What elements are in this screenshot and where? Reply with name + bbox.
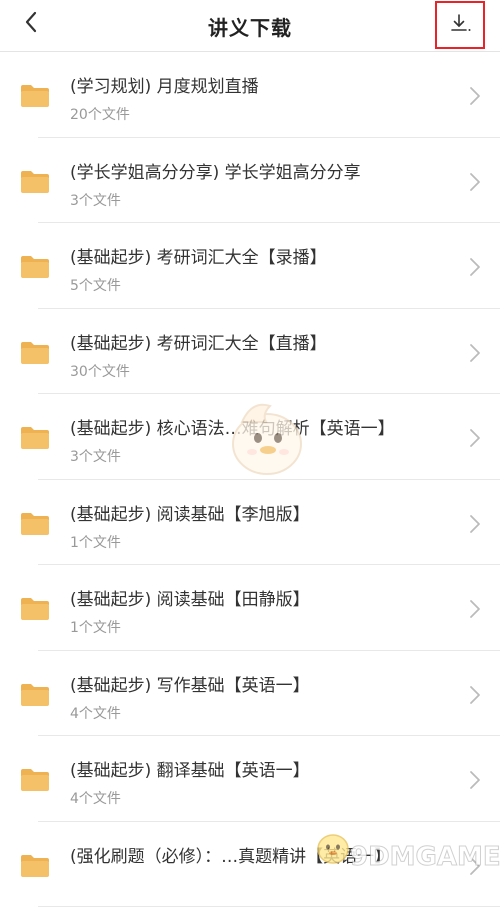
file-count: 1个文件 xyxy=(70,532,121,552)
folder-icon xyxy=(20,426,50,450)
folder-icon xyxy=(20,597,50,621)
page-title: 讲义下载 xyxy=(0,12,500,41)
folder-title: (基础起步) 阅读基础【李旭版】 xyxy=(70,500,310,525)
folder-icon xyxy=(20,170,50,194)
folder-icon xyxy=(20,683,50,707)
chevron-right-icon xyxy=(469,514,481,534)
chevron-right-icon xyxy=(469,343,481,363)
folder-title: (基础起步) 写作基础【英语一】 xyxy=(70,671,310,696)
watermark-text: 9DMGAME xyxy=(350,842,500,872)
watermark-logo-icon xyxy=(313,826,353,866)
file-count: 20个文件 xyxy=(70,104,130,124)
chevron-right-icon xyxy=(469,257,481,277)
folder-title: (基础起步) 阅读基础【田静版】 xyxy=(70,585,310,610)
folder-icon xyxy=(20,854,50,878)
file-count: 1个文件 xyxy=(70,617,121,637)
folder-icon xyxy=(20,512,50,536)
folder-icon xyxy=(20,341,50,365)
folder-title: (基础起步) 考研词汇大全【录播】 xyxy=(70,243,327,268)
download-icon xyxy=(450,13,472,35)
folder-title: (学长学姐高分分享) 学长学姐高分分享 xyxy=(70,158,361,183)
folder-list-item[interactable]: (学长学姐高分分享) 学长学姐高分分享 3个文件 xyxy=(0,138,500,224)
folder-title: (学习规划) 月度规划直播 xyxy=(70,72,259,97)
chevron-right-icon xyxy=(469,599,481,619)
chevron-right-icon xyxy=(469,685,481,705)
folder-icon xyxy=(20,768,50,792)
folder-list-item[interactable]: (基础起步) 翻译基础【英语一】 4个文件 xyxy=(0,736,500,822)
mascot-watermark xyxy=(222,392,312,482)
file-count: 4个文件 xyxy=(70,703,121,723)
folder-list-item[interactable]: (基础起步) 阅读基础【李旭版】 1个文件 xyxy=(0,480,500,566)
chevron-right-icon xyxy=(469,86,481,106)
file-count: 4个文件 xyxy=(70,788,121,808)
folder-list-item[interactable]: (学习规划) 月度规划直播 20个文件 xyxy=(0,52,500,138)
folder-list-item[interactable]: (基础起步) 考研词汇大全【直播】 30个文件 xyxy=(0,309,500,395)
file-count: 3个文件 xyxy=(70,446,121,466)
folder-icon xyxy=(20,84,50,108)
folder-icon xyxy=(20,255,50,279)
top-bar: 讲义下载 xyxy=(0,0,500,52)
chevron-right-icon xyxy=(469,428,481,448)
folder-title: (基础起步) 翻译基础【英语一】 xyxy=(70,756,310,781)
chevron-right-icon xyxy=(469,172,481,192)
file-count: 3个文件 xyxy=(70,190,121,210)
folder-list-item[interactable]: (基础起步) 阅读基础【田静版】 1个文件 xyxy=(0,565,500,651)
folder-list-item[interactable]: (基础起步) 写作基础【英语一】 4个文件 xyxy=(0,651,500,737)
download-button[interactable] xyxy=(435,1,485,49)
folder-list-item[interactable]: (基础起步) 考研词汇大全【录播】 5个文件 xyxy=(0,223,500,309)
file-count: 5个文件 xyxy=(70,275,121,295)
file-count: 30个文件 xyxy=(70,361,130,381)
folder-title: (基础起步) 考研词汇大全【直播】 xyxy=(70,329,327,354)
chevron-right-icon xyxy=(469,770,481,790)
